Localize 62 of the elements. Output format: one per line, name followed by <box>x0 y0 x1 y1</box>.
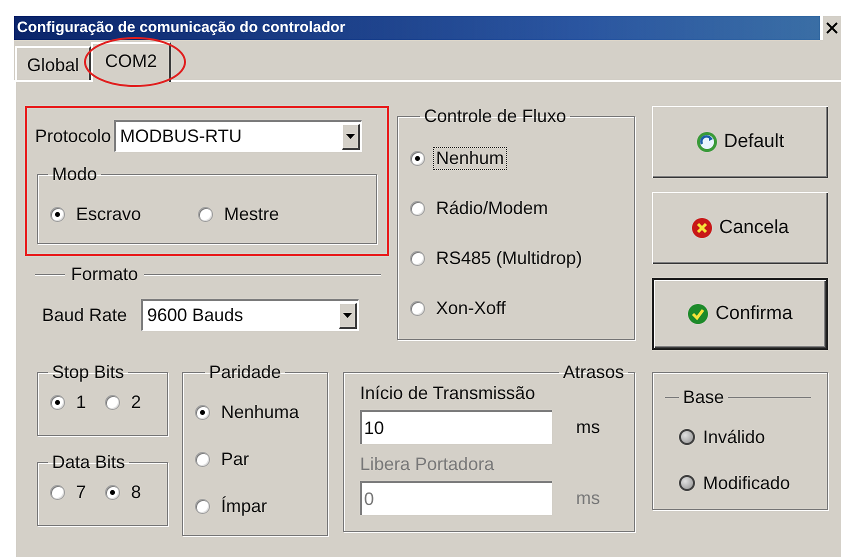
radio-label[interactable]: RS485 (Multidrop) <box>433 246 586 270</box>
radio-button[interactable] <box>195 499 210 514</box>
dropdown-value: MODBUS-RTU <box>119 126 243 147</box>
dropdown-button[interactable] <box>342 124 360 150</box>
dropdown-button[interactable] <box>339 302 358 328</box>
group-label: Paridade <box>208 362 282 383</box>
radio-label[interactable]: 7 <box>73 481 90 504</box>
caret-icon <box>346 134 356 138</box>
radio-button[interactable] <box>50 485 65 500</box>
radio-label[interactable]: Escravo <box>73 203 144 226</box>
radio-button[interactable] <box>410 250 425 266</box>
radio-button[interactable] <box>410 200 425 216</box>
cancel-icon <box>691 217 714 239</box>
check-icon <box>687 303 710 325</box>
button[interactable]: Cancela <box>652 192 828 264</box>
radio-button[interactable] <box>410 150 425 166</box>
field-label: Protocolo <box>35 126 112 146</box>
unit-label: ms <box>576 416 600 438</box>
dropdown[interactable]: MODBUS-RTU <box>114 120 362 152</box>
caret-icon <box>343 312 352 318</box>
dropdown[interactable]: 9600 Bauds <box>141 299 360 331</box>
group-label: Formato <box>71 264 138 285</box>
radio-button[interactable] <box>195 452 210 467</box>
radio-label[interactable]: Nenhuma <box>218 401 302 424</box>
field-label: Baud Rate <box>42 304 128 326</box>
group-label: Controle de Fluxo <box>423 106 568 127</box>
field-label: Início de Transmissão <box>360 383 536 404</box>
radio-label[interactable]: Par <box>218 448 252 471</box>
window-title: Configuração de comunicação do controlador <box>14 16 820 40</box>
group-label: Modo <box>51 164 98 185</box>
radio-button[interactable] <box>410 300 425 316</box>
refresh-icon <box>696 131 718 153</box>
indicator-label: Modificado <box>703 472 790 494</box>
unit-label: ms <box>576 488 600 508</box>
group-label: Data Bits <box>51 452 126 473</box>
dropdown-value: 9600 Bauds <box>146 305 244 326</box>
radio-label[interactable]: Xon-Xoff <box>433 296 509 320</box>
field-label: Libera Portadora <box>360 454 496 475</box>
button[interactable]: Confirma <box>652 278 828 350</box>
radio-label[interactable]: 8 <box>128 481 144 504</box>
tab[interactable]: Global <box>15 46 92 80</box>
radio-button[interactable] <box>105 395 120 410</box>
indicator-label: Inválido <box>703 426 766 448</box>
radio-button[interactable] <box>105 485 120 500</box>
radio-label[interactable]: Mestre <box>221 203 282 226</box>
radio-label[interactable]: 1 <box>73 391 90 414</box>
radio-button[interactable] <box>195 405 210 420</box>
group-label: Base <box>682 387 726 408</box>
input-field[interactable]: 10 <box>360 410 552 444</box>
radio-button[interactable] <box>50 207 65 222</box>
close-icon <box>826 22 838 34</box>
button[interactable]: Default <box>652 106 828 178</box>
close-button[interactable] <box>823 16 841 40</box>
tab[interactable]: COM2 <box>91 42 172 82</box>
radio-label[interactable]: 2 <box>128 391 144 414</box>
radio-label[interactable]: Rádio/Modem <box>433 196 552 220</box>
radio-button[interactable] <box>50 395 65 410</box>
radio-label[interactable]: Nenhum <box>433 146 508 170</box>
group-label: Atrasos <box>562 362 625 383</box>
radio-label[interactable]: Ímpar <box>218 495 270 518</box>
group-label: Stop Bits <box>51 362 126 383</box>
radio-button[interactable] <box>198 207 214 222</box>
